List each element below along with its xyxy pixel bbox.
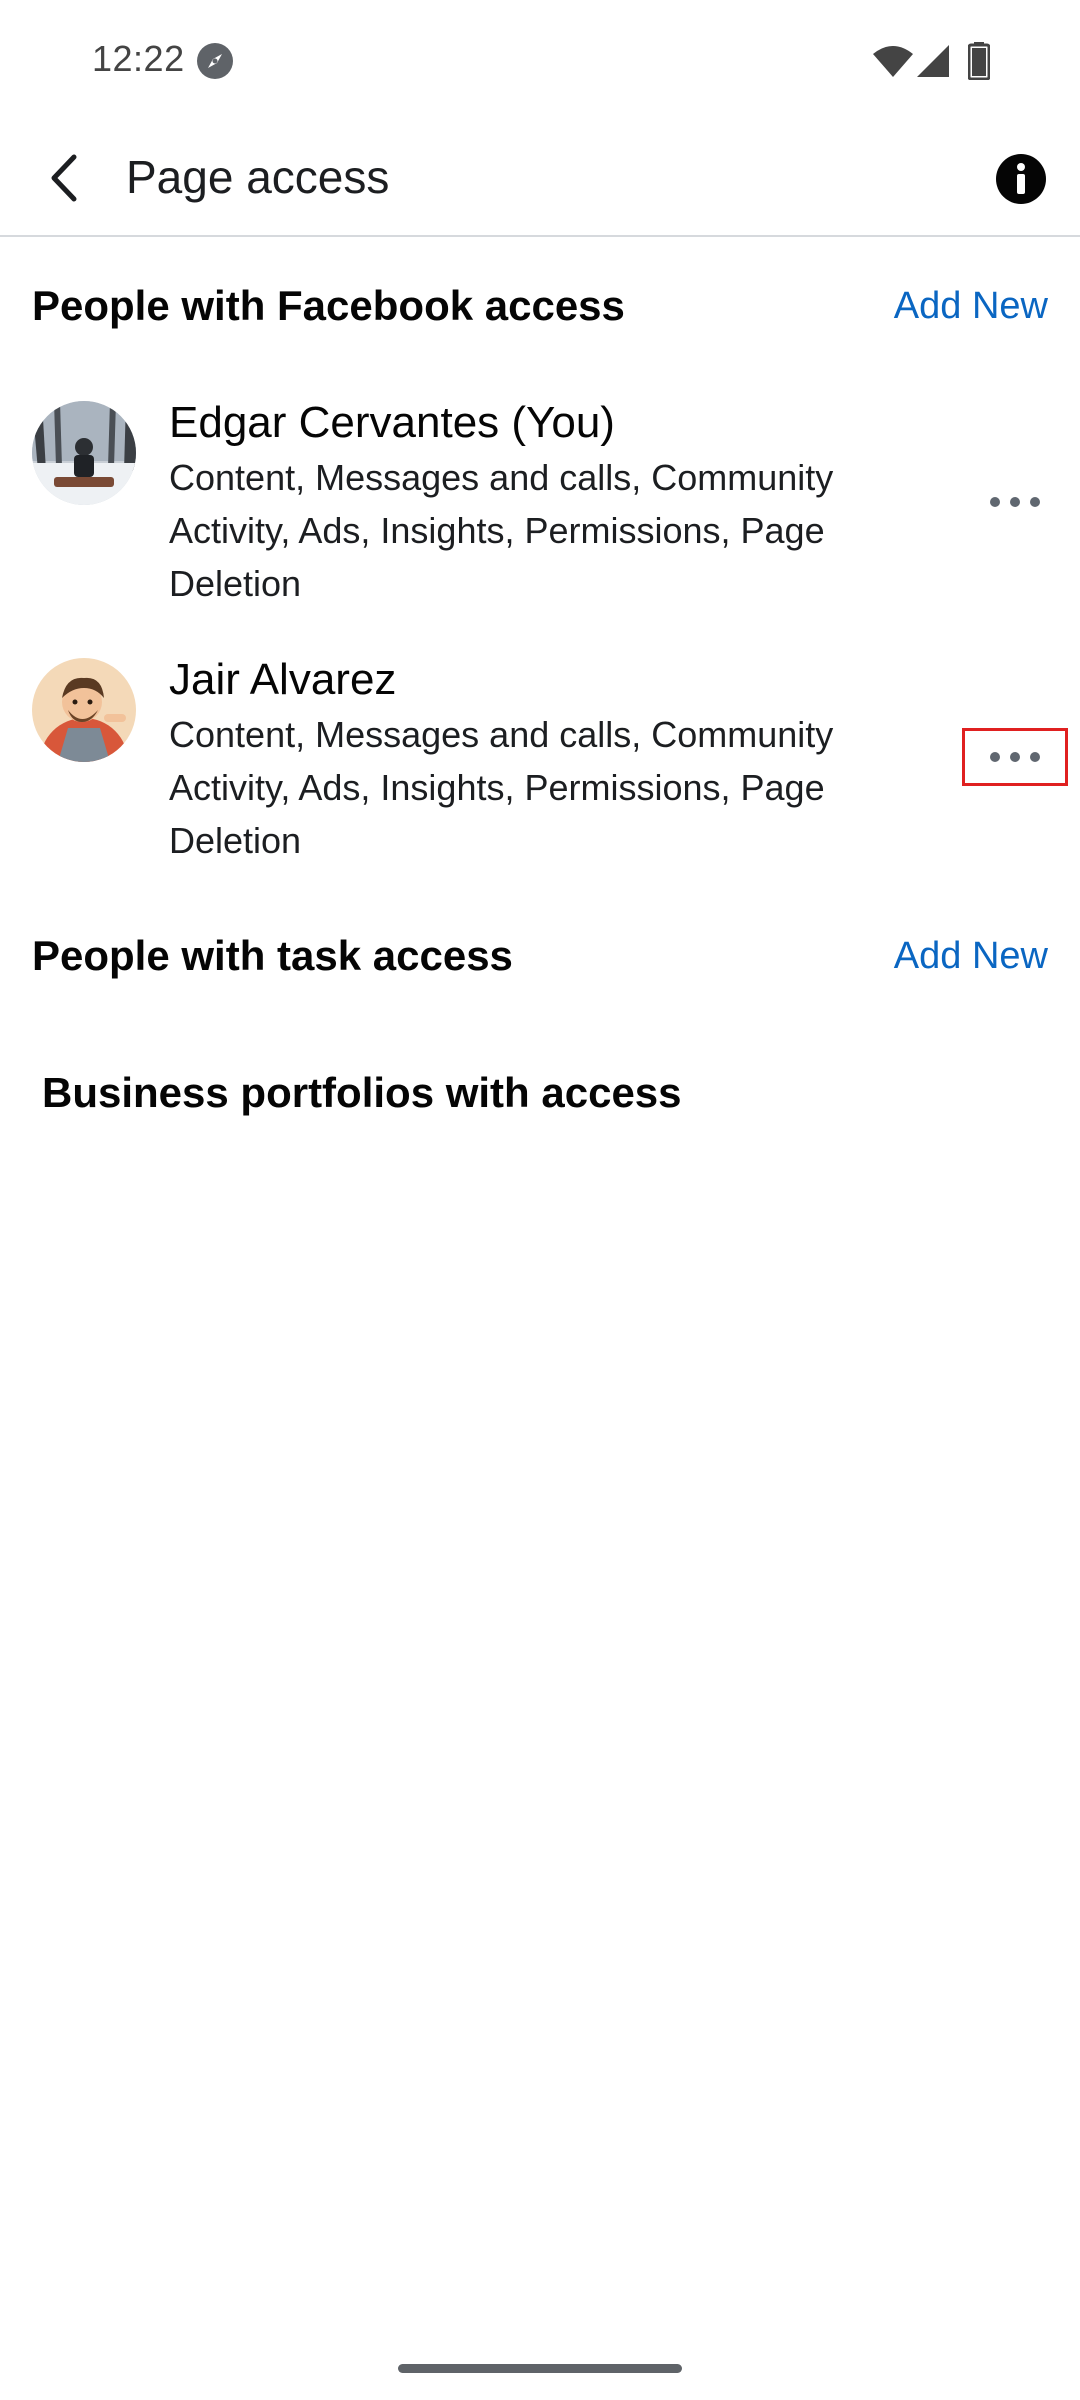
more-options-button[interactable]	[962, 728, 1068, 786]
chevron-left-icon	[51, 154, 77, 202]
avatar-cartoon-icon	[32, 658, 136, 762]
battery-icon	[968, 42, 990, 80]
person-permissions: Content, Messages and calls, Community A…	[169, 457, 834, 604]
page-title: Page access	[126, 151, 390, 203]
business-portfolios-title: Business portfolios with access	[42, 1069, 682, 1116]
signal-icon	[917, 45, 949, 77]
dot-icon	[1010, 497, 1020, 507]
person-name: Jair Alvarez	[169, 655, 397, 704]
facebook-access-header: People with Facebook access Add New	[32, 276, 1048, 336]
status-bar: 12:22	[0, 0, 1080, 120]
avatar-photo-icon	[32, 401, 136, 505]
app-bar: Page access	[0, 120, 1080, 237]
dot-icon	[1010, 752, 1020, 762]
person-row[interactable]: Edgar Cervantes (You) Content, Messages …	[0, 395, 1080, 615]
dot-icon	[990, 752, 1000, 762]
person-name: Edgar Cervantes (You)	[169, 398, 615, 447]
dot-icon	[990, 497, 1000, 507]
person-permissions: Content, Messages and calls, Community A…	[169, 714, 834, 861]
task-access-header: People with task access Add New	[32, 926, 1048, 986]
avatar	[32, 658, 136, 762]
info-icon[interactable]	[996, 154, 1046, 204]
compass-icon	[197, 43, 233, 79]
more-options-button[interactable]	[962, 473, 1068, 531]
person-row[interactable]: Jair Alvarez Content, Messages and calls…	[0, 652, 1080, 872]
task-access-title: People with task access	[32, 932, 513, 979]
status-time: 12:22	[92, 38, 185, 79]
page-access-screen: 12:22 Page access People with Facebook a…	[0, 0, 1080, 2400]
add-new-facebook-access-button[interactable]: Add New	[894, 276, 1048, 336]
back-button[interactable]	[34, 148, 94, 208]
wifi-icon	[873, 46, 913, 77]
add-new-task-access-button[interactable]: Add New	[894, 926, 1048, 986]
home-indicator[interactable]	[398, 2364, 682, 2373]
dot-icon	[1030, 497, 1040, 507]
dot-icon	[1030, 752, 1040, 762]
avatar	[32, 401, 136, 505]
facebook-access-title: People with Facebook access	[32, 282, 625, 329]
